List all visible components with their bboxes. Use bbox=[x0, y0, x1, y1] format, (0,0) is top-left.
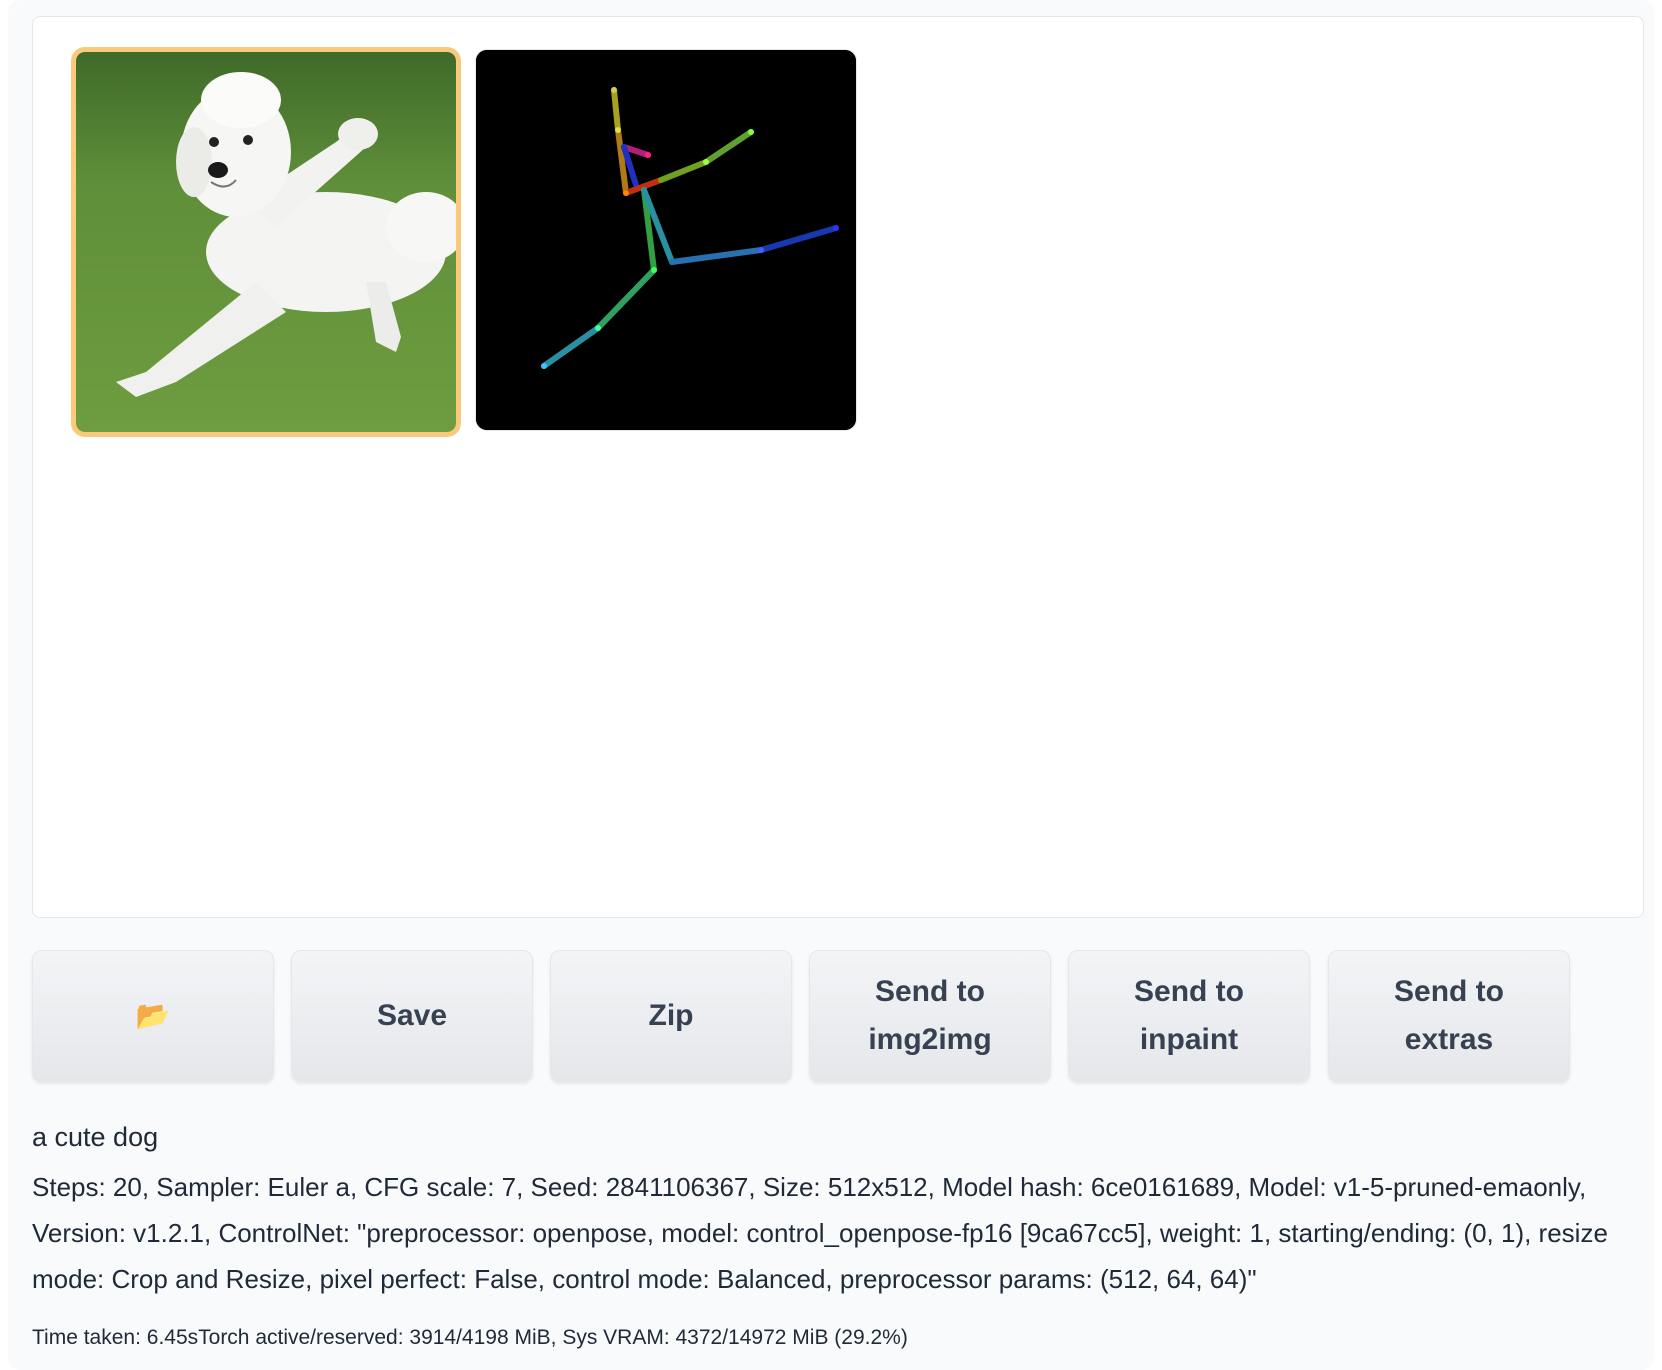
dog-image bbox=[76, 52, 456, 432]
generation-params-text: Steps: 20, Sampler: Euler a, CFG scale: … bbox=[32, 1172, 1608, 1294]
generated-image-thumbnail[interactable] bbox=[71, 47, 461, 437]
open-folder-button[interactable]: 📂 bbox=[32, 950, 274, 1082]
prompt-text: a cute dog bbox=[32, 1122, 159, 1152]
save-button[interactable]: Save bbox=[291, 950, 533, 1082]
send-to-img2img-label: Send to img2img bbox=[868, 975, 992, 1056]
image-gallery bbox=[32, 16, 1644, 918]
send-to-inpaint-label: Send to inpaint bbox=[1134, 975, 1244, 1056]
zip-button-label: Zip bbox=[648, 999, 694, 1032]
send-to-inpaint-button[interactable]: Send to inpaint bbox=[1068, 950, 1310, 1082]
send-to-img2img-button[interactable]: Send to img2img bbox=[809, 950, 1051, 1082]
generation-info: a cute dog Steps: 20, Sampler: Euler a, … bbox=[32, 1118, 1632, 1352]
folder-icon: 📂 bbox=[135, 1000, 171, 1031]
save-button-label: Save bbox=[376, 999, 448, 1032]
openpose-image-thumbnail[interactable] bbox=[475, 49, 857, 431]
timing-text: Time taken: 6.45sTorch active/reserved: … bbox=[32, 1326, 908, 1349]
send-to-extras-label: Send to extras bbox=[1394, 975, 1504, 1056]
action-button-row: 📂 Save Zip Send to img2img Send to inpai… bbox=[32, 950, 1644, 1082]
pose-skeleton-image bbox=[476, 50, 856, 430]
send-to-extras-button[interactable]: Send to extras bbox=[1328, 950, 1570, 1082]
zip-button[interactable]: Zip bbox=[550, 950, 792, 1082]
output-panel: 📂 Save Zip Send to img2img Send to inpai… bbox=[8, 0, 1654, 1370]
